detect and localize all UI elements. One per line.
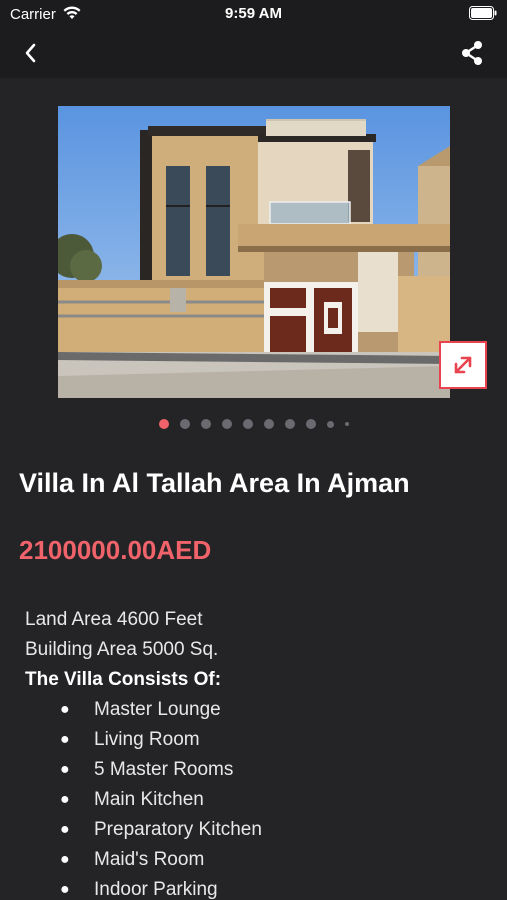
back-button[interactable] (16, 38, 46, 68)
building-area-text: Building Area 5000 Sq. (25, 639, 219, 660)
battery-icon (469, 6, 497, 25)
page-dot[interactable] (305, 419, 316, 429)
bullet-icon: ● (60, 701, 70, 718)
list-item: ● Living Room (25, 725, 495, 755)
bullet-icon: ● (60, 731, 70, 748)
feature-label: 5 Master Rooms (94, 759, 234, 780)
share-button[interactable] (457, 38, 487, 68)
page-dot[interactable] (284, 419, 295, 429)
list-item: ● Main Kitchen (25, 785, 495, 815)
bullet-icon: ● (60, 791, 70, 808)
page-dot[interactable] (263, 419, 274, 429)
navigation-bar (0, 28, 507, 78)
feature-label: Living Room (94, 729, 200, 750)
chevron-left-icon (25, 43, 36, 63)
page-dot[interactable] (326, 420, 334, 428)
feature-list: ● Master Lounge ● Living Room ● 5 Master Ro… (25, 695, 495, 900)
page-dot[interactable] (344, 422, 349, 426)
page-dot[interactable] (179, 419, 190, 429)
gallery-pagination[interactable] (0, 418, 507, 430)
list-item: ● Master Lounge (25, 695, 495, 725)
consists-heading: The Villa Consists Of: (25, 669, 222, 690)
expand-image-button[interactable] (439, 341, 487, 389)
list-item: ● Maid's Room (25, 845, 495, 875)
listing-description: Land Area 4600 Feet Building Area 5000 S… (25, 605, 495, 900)
bullet-icon: ● (60, 821, 70, 838)
page-dot-active[interactable] (158, 419, 169, 429)
page-dot[interactable] (221, 419, 232, 429)
list-item: ● 5 Master Rooms (25, 755, 495, 785)
listing-title: Villa In Al Tallah Area In Ajman (19, 468, 410, 498)
listing-price: 2100000.00AED (19, 535, 212, 565)
feature-label: Preparatory Kitchen (94, 819, 262, 840)
land-area-text: Land Area 4600 Feet (25, 609, 203, 630)
property-photo[interactable] (58, 106, 450, 398)
list-item: ● Indoor Parking (25, 875, 495, 900)
share-icon (462, 41, 482, 65)
status-time: 9:59 AM (225, 5, 282, 22)
status-bar: Carrier 9:59 AM (0, 0, 507, 28)
bullet-icon: ● (60, 881, 70, 898)
expand-arrows-icon (454, 356, 472, 374)
feature-label: Indoor Parking (94, 879, 218, 900)
list-item: ● Preparatory Kitchen (25, 815, 495, 845)
villa-photo-illustration (58, 106, 450, 398)
feature-label: Master Lounge (94, 699, 221, 720)
feature-label: Main Kitchen (94, 789, 204, 810)
bullet-icon: ● (60, 851, 70, 868)
bullet-icon: ● (60, 761, 70, 778)
feature-label: Maid's Room (94, 849, 205, 870)
page-dot[interactable] (242, 419, 253, 429)
page-dot[interactable] (200, 419, 211, 429)
